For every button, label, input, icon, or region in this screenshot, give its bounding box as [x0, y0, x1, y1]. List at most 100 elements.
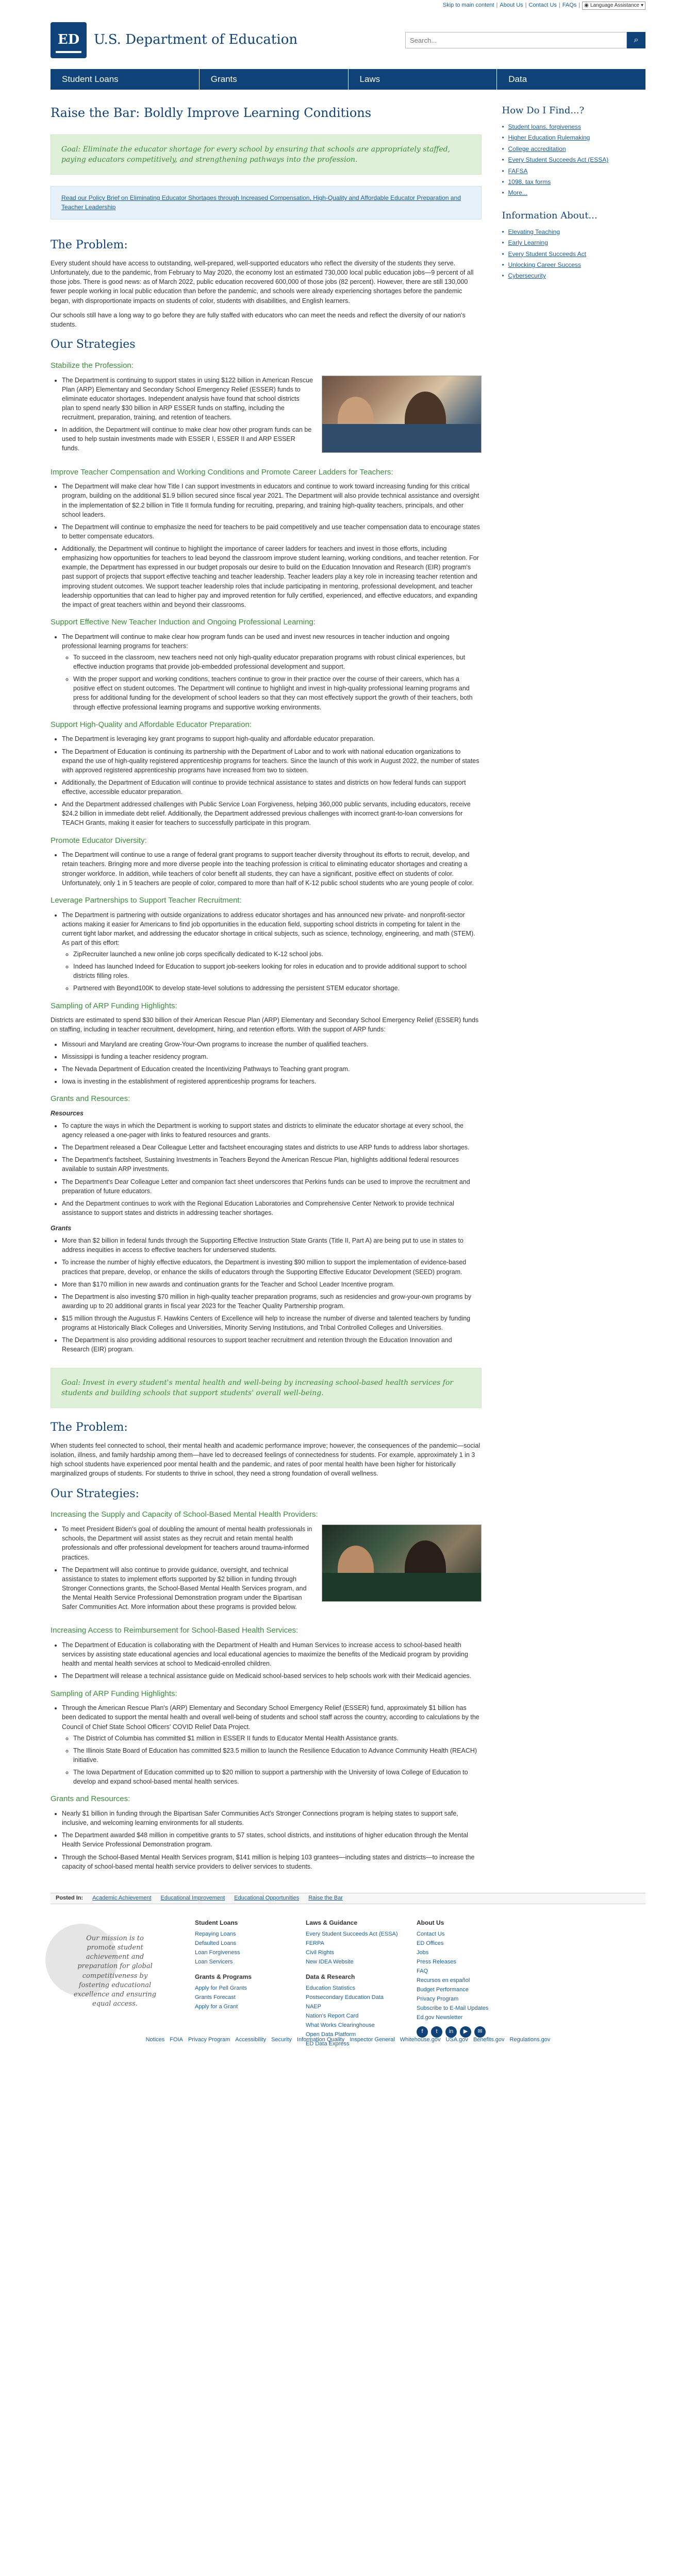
footer-link-repaying-loans[interactable]: Repaying Loans	[195, 1930, 306, 1939]
utility-link-faqs[interactable]: FAQs	[562, 2, 577, 10]
footer-link-recursos-en-espa-ol[interactable]: Recursos en español	[417, 1977, 527, 1985]
footer-link-civil-rights[interactable]: Civil Rights	[306, 1949, 417, 1957]
youtube-icon[interactable]: ▶	[460, 2026, 471, 2038]
divider: |	[496, 2, 498, 9]
list-item: The Department will release a technical …	[62, 1671, 482, 1681]
search-button[interactable]: ⌕	[627, 32, 645, 48]
footer-link-privacy-program[interactable]: Privacy Program	[417, 1995, 527, 2004]
induction-list: The Department will continue to make cle…	[62, 632, 482, 712]
capacity-heading: Increasing the Supply and Capacity of Sc…	[51, 1510, 318, 1519]
footer-link-postsecondary-education-data[interactable]: Postsecondary Education Data	[306, 1994, 417, 2002]
list-item: Through the American Rescue Plan's (ARP)…	[62, 1703, 482, 1786]
site-title[interactable]: U.S. Department of Education	[94, 30, 297, 50]
sidebar-link-early-learning[interactable]: Early Learning	[502, 239, 646, 248]
footer-link-defaulted-loans[interactable]: Defaulted Loans	[195, 1940, 306, 1948]
ed-seal-icon: ED	[51, 22, 87, 58]
posted-tag-academic-achievement[interactable]: Academic Achievement	[92, 1894, 151, 1903]
footer-link-ed-offices[interactable]: ED Offices	[417, 1940, 527, 1948]
footer-link-naep[interactable]: NAEP	[306, 2003, 417, 2011]
induction-sublist: To succeed in the classroom, new teacher…	[73, 653, 482, 712]
list-item: Additionally, the Department will contin…	[62, 544, 482, 609]
posted-tag-educational-improvement[interactable]: Educational Improvement	[161, 1894, 225, 1903]
sidebar-link-fafsa[interactable]: FAFSA	[502, 167, 646, 176]
goal-box: Goal: Eliminate the educator shortage fo…	[51, 134, 482, 175]
footer-link-subscribe-to-e-mail-updates[interactable]: Subscribe to E-Mail Updates	[417, 2005, 527, 2013]
nav-grants[interactable]: Grants	[200, 69, 349, 90]
twitter-icon[interactable]: t	[431, 2026, 442, 2038]
sidebar-link-every-student-succeeds-act[interactable]: Every Student Succeeds Act	[502, 250, 646, 259]
footer-link-loan-servicers[interactable]: Loan Servicers	[195, 1958, 306, 1967]
bottom-link-foia[interactable]: FOIA	[170, 2036, 183, 2044]
list-item: ZipRecruiter launched a new online job c…	[73, 950, 482, 959]
list-item: More than $2 billion in federal funds th…	[62, 1236, 482, 1255]
footer-heading: Student Loans	[195, 1919, 238, 1926]
sidebar-link-student-loans-forgiveness[interactable]: Student loans, forgiveness	[502, 123, 646, 132]
nav-student-loans[interactable]: Student Loans	[51, 69, 200, 90]
bottom-link-notices[interactable]: Notices	[146, 2036, 165, 2044]
sidebar-link-every-student-succeeds-act-essa[interactable]: Every Student Succeeds Act (ESSA)	[502, 156, 646, 165]
sidebar-link-higher-education-rulemaking[interactable]: Higher Education Rulemaking	[502, 133, 646, 143]
footer-link-education-statistics[interactable]: Education Statistics	[306, 1985, 417, 1993]
footer-link-faq[interactable]: FAQ	[417, 1968, 527, 1976]
language-assistance-button[interactable]: ◉ Language Assistance ▾	[582, 1, 645, 10]
footer-link-apply-for-a-grant[interactable]: Apply for a Grant	[195, 2003, 306, 2011]
footer-heading: Data & Research	[306, 1973, 355, 1980]
facebook-icon[interactable]: f	[417, 2026, 428, 2038]
footer-link-what-works-clearinghouse[interactable]: What Works Clearinghouse	[306, 2022, 417, 2030]
sidebar-link-elevating-teaching[interactable]: Elevating Teaching	[502, 228, 646, 237]
nav-laws[interactable]: Laws	[349, 69, 498, 90]
footer-link-budget-performance[interactable]: Budget Performance	[417, 1986, 527, 1994]
sidebar-link-college-accreditation[interactable]: College accreditation	[502, 145, 646, 154]
footer-link-grants-forecast[interactable]: Grants Forecast	[195, 1994, 306, 2002]
list-item: The Department's Dear Colleague Letter a…	[62, 1177, 482, 1196]
footer-link-every-student-succeeds-act-essa[interactable]: Every Student Succeeds Act (ESSA)	[306, 1930, 417, 1939]
posted-tag-educational-opportunities[interactable]: Educational Opportunities	[234, 1894, 299, 1903]
footer-link-press-releases[interactable]: Press Releases	[417, 1958, 527, 1967]
utility-link-contact-us[interactable]: Contact Us	[529, 2, 557, 10]
problem-paragraph: Every student should have access to outs…	[51, 260, 474, 304]
policy-brief-link[interactable]: Read our Policy Brief on Eliminating Edu…	[61, 194, 461, 210]
list-item: The Department will make clear how Title…	[62, 482, 482, 519]
utility-link-about-us[interactable]: About Us	[500, 2, 523, 10]
list-item: Mississippi is funding a teacher residen…	[62, 1052, 482, 1061]
posted-in-label: Posted In:	[56, 1894, 84, 1901]
sidebar-link-more[interactable]: More...	[502, 189, 646, 198]
capacity-list: To meet President Biden's goal of doubli…	[62, 1524, 313, 1612]
search-input[interactable]	[405, 32, 627, 48]
problem-paragraph: When students feel connected to school, …	[51, 1442, 480, 1478]
brand[interactable]: ED U.S. Department of Education	[51, 22, 297, 58]
list-item: The Department will continue to make cle…	[62, 632, 482, 712]
list-item: With the proper support and working cond…	[73, 674, 482, 712]
list-item: The Department of Education is collabora…	[62, 1640, 482, 1668]
sidebar-link-cybersecurity[interactable]: Cybersecurity	[502, 272, 646, 281]
email-icon[interactable]: ✉	[474, 2026, 486, 2038]
utility-link-skip-to-main-content[interactable]: Skip to main content	[443, 2, 494, 10]
footer-link-open-data-platform[interactable]: Open Data Platform	[306, 2031, 417, 2039]
footer-link-new-idea-website[interactable]: New IDEA Website	[306, 1958, 417, 1967]
resources-list: To capture the ways in which the Departm…	[62, 1121, 482, 1217]
footer-link-nation-s-report-card[interactable]: Nation's Report Card	[306, 2012, 417, 2021]
list-item: To increase the number of highly effecti…	[62, 1258, 482, 1276]
footer-link-ferpa[interactable]: FERPA	[306, 1940, 417, 1948]
list-item: The Department will continue to emphasiz…	[62, 522, 482, 541]
grants-list: More than $2 billion in federal funds th…	[62, 1236, 482, 1354]
posted-tag-raise-the-bar[interactable]: Raise the Bar	[308, 1894, 343, 1903]
bottom-link-accessibility[interactable]: Accessibility	[235, 2036, 266, 2044]
footer-heading: Laws & Guidance	[306, 1919, 358, 1926]
nav-data[interactable]: Data	[497, 69, 645, 90]
footer-link-apply-for-pell-grants[interactable]: Apply for Pell Grants	[195, 1985, 306, 1993]
list-item: To capture the ways in which the Departm…	[62, 1121, 482, 1140]
sidebar-link-1098-tax-forms[interactable]: 1098, tax forms	[502, 178, 646, 187]
list-item: Partnered with Beyond100K to develop sta…	[73, 984, 482, 993]
bottom-link-security[interactable]: Security	[271, 2036, 292, 2044]
footer-link-loan-forgiveness[interactable]: Loan Forgiveness	[195, 1949, 306, 1957]
linkedin-icon[interactable]: in	[445, 2026, 457, 2038]
footer-link-jobs[interactable]: Jobs	[417, 1949, 527, 1957]
bottom-link-privacy-program[interactable]: Privacy Program	[188, 2036, 230, 2044]
divider: |	[525, 2, 527, 9]
footer-link-contact-us[interactable]: Contact Us	[417, 1930, 527, 1939]
search-form: ⌕	[405, 32, 645, 48]
footer-link-ed-gov-newsletter[interactable]: Ed.gov Newsletter	[417, 2014, 527, 2022]
footer-link-ed-data-express[interactable]: ED Data Express	[306, 2040, 417, 2048]
sidebar-link-unlocking-career-success[interactable]: Unlocking Career Success	[502, 261, 646, 270]
